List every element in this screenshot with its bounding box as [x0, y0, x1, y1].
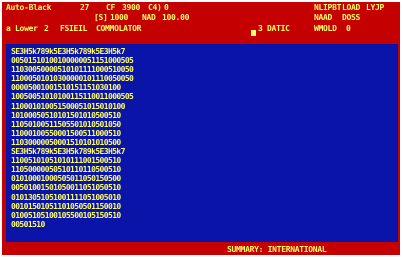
terminal-screen: Auto-Black 27 CF 3900 C4) 0 [S] 1000 NAD… [2, 2, 400, 255]
dump-line: 00501510100100000051151000505 [11, 56, 134, 66]
footer-bar: SUMMARY: INTERNATIONAL [2, 244, 400, 255]
dump-line: 11030000050001510101010500 [11, 137, 121, 147]
row3-label-d: COMMOLATOR [96, 24, 142, 33]
c4-label: C4) [148, 3, 162, 12]
dump-line: 11000501010300000101110050050 [11, 74, 134, 84]
dump-line: 11005101051010111001500510 [11, 156, 121, 166]
right-label-3: LYJP [366, 3, 385, 12]
data-panel: SE3H5k789k5E3H5k789k5E3H5k7 0050151010010… [6, 44, 398, 242]
dump-line: 00101501051101050501150010 [11, 201, 121, 211]
dump-line: 11050100511505501010501050 [11, 119, 121, 129]
right-label-2: LOAD [342, 3, 361, 12]
channel-value: 27 [80, 3, 90, 12]
header-bar: Auto-Black 27 CF 3900 C4) 0 [S] 1000 NAD… [2, 2, 400, 42]
dump-line: 11030050000510101111000510050 [11, 65, 134, 75]
dump-line: 01005105100105500105150510 [11, 210, 121, 220]
row2-value-d: 100.00 [162, 13, 190, 22]
right-label-4: NAAD [314, 13, 333, 22]
dump-line: 00501001501050011051050510 [11, 183, 121, 193]
right-value-7: 0 [346, 24, 351, 33]
dump-line: 11050000050510110110500510 [11, 165, 121, 175]
row3-value-b: 2 [44, 24, 49, 33]
row2-label-c: NAD [142, 13, 156, 22]
dump-line: 11000100550001500511000510 [11, 128, 121, 138]
dump-line: 110001010051500051015010100 [11, 101, 125, 111]
mode-label: Auto-Black [6, 3, 52, 12]
row2-label-a: [S] [94, 13, 108, 22]
footer-status-text: SUMMARY: INTERNATIONAL [227, 245, 327, 254]
row3-label-e: 3 DATIC [258, 24, 290, 33]
cf-value: 3900 [122, 3, 141, 12]
row2-value-b: 1000 [110, 13, 129, 22]
row3-label-a: a Lower [6, 24, 38, 33]
right-label-1: NLIPBT [314, 3, 342, 12]
dump-line: 10100050510101501010500510 [11, 110, 121, 120]
cf-label: CF [106, 3, 116, 12]
data-dump: SE3H5k789k5E3H5k789k5E3H5k7 0050151010010… [11, 47, 134, 229]
dump-line: 01013051051001111051005010 [11, 192, 121, 202]
right-label-5: DOSS [342, 13, 361, 22]
status-marker-icon [251, 30, 256, 36]
dump-line: 00005001001510151151030100 [11, 83, 121, 93]
row3-label-c: FSIEIL [60, 24, 88, 33]
dump-line: 01010001000505011050150500 [11, 174, 121, 184]
c4-value: 0 [164, 3, 169, 12]
right-label-6: WMOLD [314, 24, 337, 33]
dump-line: SE3H5k789k5E3H5k789k5E3H5k7 [11, 47, 125, 56]
dump-line: 00501510 [11, 219, 45, 229]
dump-line: 10050051010100115110011000505 [11, 92, 134, 102]
dump-line: SE3H5k789k5E3H5k789k5E3H5k7 [11, 147, 125, 157]
